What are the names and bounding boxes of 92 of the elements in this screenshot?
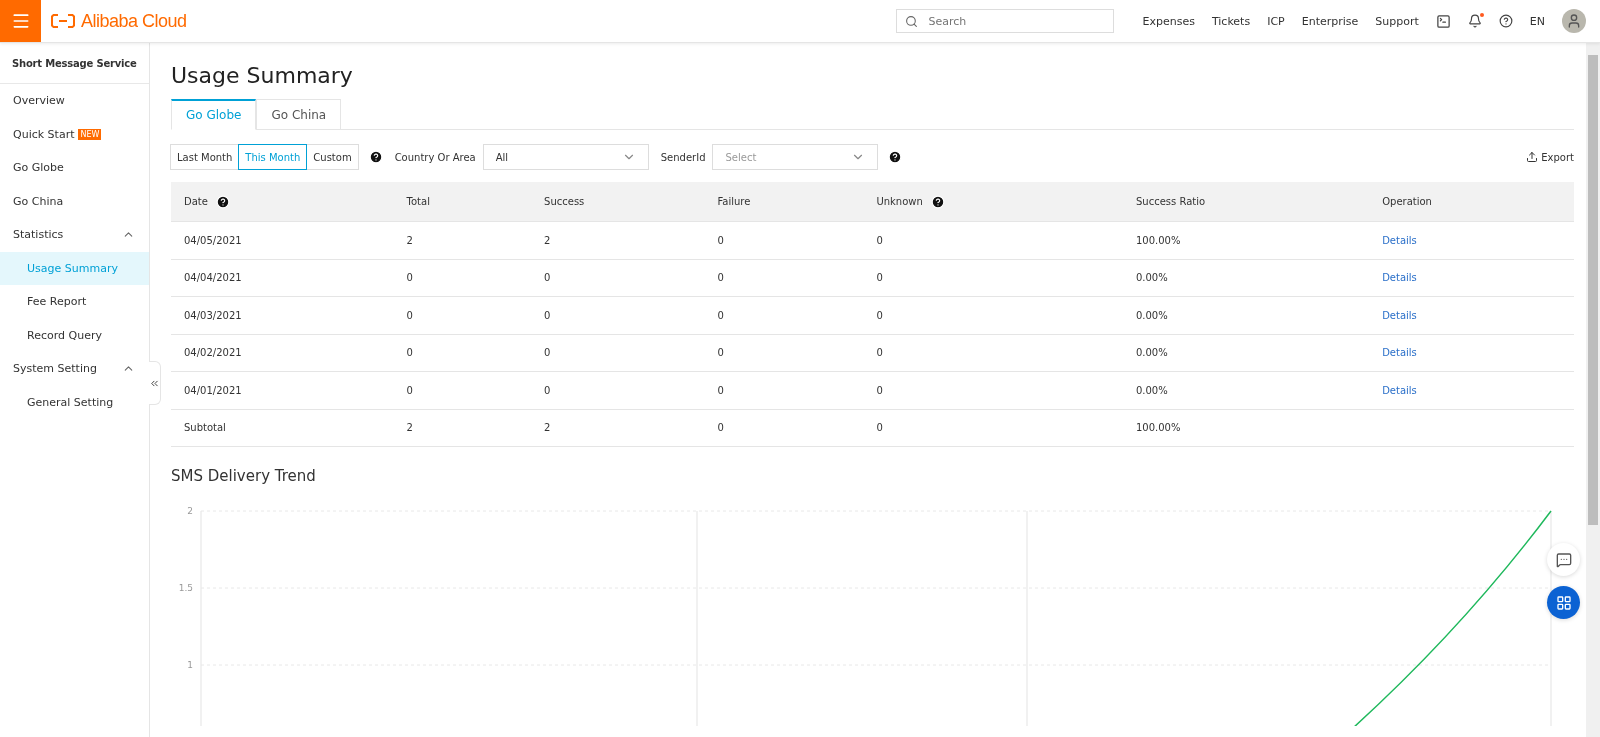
table-cell-text: 0 (717, 272, 725, 284)
tab[interactable]: Go China (256, 99, 342, 130)
table-cell-text: 0 (876, 384, 884, 396)
table-cell-text: 0 (406, 384, 414, 396)
export-button[interactable]: Export (1526, 151, 1574, 163)
table-cell-text: 0.00% (1135, 347, 1169, 359)
table-cell-text: 2 (544, 234, 552, 246)
filter-label: SenderId (660, 151, 706, 163)
details-link[interactable]: Details (1382, 234, 1417, 246)
table-cell-text: 0 (876, 234, 884, 246)
table-cell-text: 0 (876, 309, 884, 321)
sidebar-subitem[interactable]: Fee Report (0, 285, 149, 319)
logo-icon (51, 14, 75, 28)
apps-button[interactable] (1547, 586, 1580, 619)
top-nav-link[interactable]: Enterprise (1301, 14, 1359, 28)
column-header: Unknown (876, 196, 923, 207)
y-tick-label: 1 (187, 660, 193, 670)
avatar[interactable] (1562, 9, 1586, 33)
collapse-handle[interactable] (149, 361, 161, 405)
table-cell-text: 0 (717, 309, 725, 321)
sidebar-item[interactable]: Overview (0, 84, 149, 118)
table-cell-text: 0 (717, 422, 725, 434)
table-cell-text: 0 (876, 272, 884, 284)
table-cell-text: 0.00% (1135, 309, 1169, 321)
range-button[interactable]: Custom (306, 144, 359, 170)
table-cell-text: 2 (544, 422, 552, 434)
sidebar-subitem[interactable]: Record Query (0, 318, 149, 352)
table-cell-text: 0 (544, 347, 552, 359)
language-link[interactable]: EN (1529, 14, 1545, 28)
table-cell-text: 0.00% (1135, 272, 1169, 284)
details-link[interactable]: Details (1382, 272, 1417, 284)
new-badge: NEW (78, 128, 102, 140)
upload-icon (1526, 151, 1539, 163)
details-link[interactable]: Details (1382, 384, 1417, 396)
table-cell-text: 2 (406, 422, 414, 434)
table-cell-text: 0 (717, 234, 725, 246)
column-header: Success Ratio (1135, 196, 1207, 207)
details-link[interactable]: Details (1382, 347, 1417, 359)
chat-icon (1555, 551, 1572, 568)
sidebar-item[interactable]: System Setting (0, 352, 149, 386)
table-cell-text: 2 (406, 234, 414, 246)
brand-name: Alibaba Cloud (81, 10, 187, 32)
grid-icon (1555, 594, 1572, 611)
table-cell-text: 04/05/2021 (184, 234, 243, 246)
table-cell-text: Subtotal (184, 422, 227, 434)
y-tick-label: 2 (187, 506, 193, 516)
column-header: Date (184, 196, 208, 207)
sidebar-item[interactable]: Go China (0, 184, 149, 218)
chat-button[interactable] (1547, 543, 1580, 576)
scrollbar-thumb[interactable] (1588, 55, 1598, 525)
help-icon[interactable] (1498, 14, 1513, 28)
table-cell-text: 0 (544, 309, 552, 321)
table-cell-text: 04/01/2021 (184, 384, 243, 396)
page-title: Usage Summary (171, 63, 354, 88)
y-tick-label: 1.5 (178, 583, 193, 593)
filter-label: Country Or Area (394, 151, 476, 163)
table-cell-text: 0 (717, 384, 725, 396)
notification-bell-icon[interactable] (1467, 14, 1482, 28)
range-button[interactable]: Last Month (170, 144, 240, 170)
sidebar-item[interactable]: Statistics (0, 218, 149, 252)
table-cell-text: 0 (406, 272, 414, 284)
sidebar-item[interactable]: Go Globe (0, 151, 149, 185)
sidebar-item[interactable]: Quick Start NEW (0, 117, 149, 151)
column-header: Operation (1382, 196, 1433, 207)
column-header: Success (544, 196, 586, 207)
table-cell-text: 0 (544, 384, 552, 396)
table-cell-text: 0 (717, 347, 725, 359)
table-cell-text: 04/02/2021 (184, 347, 243, 359)
search-icon (905, 14, 919, 28)
filter-dropdown[interactable]: All (482, 144, 649, 170)
top-nav-link[interactable]: Support (1375, 14, 1419, 28)
chart-title: SMS Delivery Trend (171, 467, 317, 485)
sidebar-subitem[interactable]: General Setting (0, 385, 149, 419)
table-cell-text: 100.00% (1135, 422, 1182, 434)
table-cell-text: 0 (544, 272, 552, 284)
top-nav-link[interactable]: Tickets (1211, 14, 1251, 28)
sidebar-title: Short Message Service (0, 43, 149, 84)
details-link[interactable]: Details (1382, 309, 1417, 321)
table-cell-text: 0 (876, 347, 884, 359)
top-nav-link[interactable]: ICP (1267, 14, 1285, 28)
table-cell-text: 04/04/2021 (184, 272, 243, 284)
table-cell-text: 100.00% (1135, 234, 1182, 246)
column-header: Total (406, 196, 431, 207)
table-cell-text: 0 (876, 422, 884, 434)
table-cell-text: 0 (406, 347, 414, 359)
column-header: Failure (717, 196, 752, 207)
top-nav-link[interactable]: Expenses (1142, 14, 1195, 28)
table-cell-text: 0 (406, 309, 414, 321)
search-field[interactable]: Search (896, 9, 1115, 33)
terminal-icon[interactable] (1435, 13, 1451, 29)
table-cell-text: 0.00% (1135, 384, 1169, 396)
table-cell-text: 04/03/2021 (184, 309, 243, 321)
